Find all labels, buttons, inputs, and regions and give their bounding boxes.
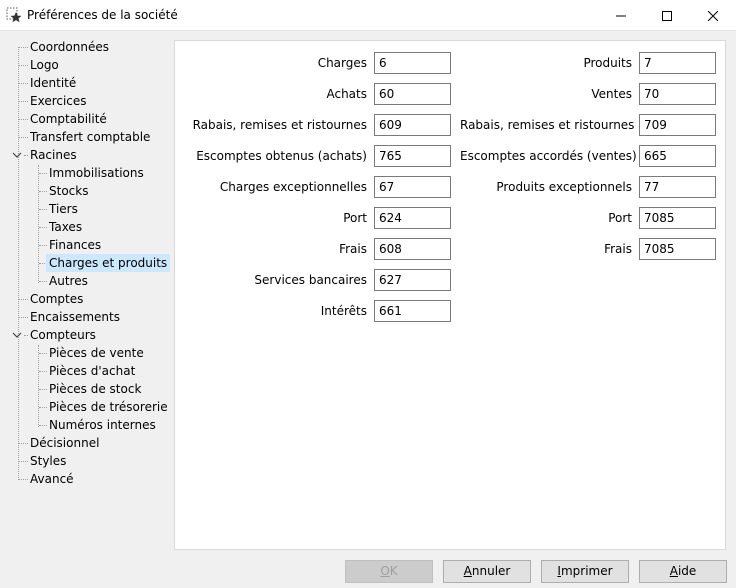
tree-item-pieces-de-tresorerie[interactable]: Pièces de trésorerie <box>46 398 171 416</box>
minimize-icon <box>616 15 626 16</box>
maximize-icon <box>662 10 672 21</box>
annuler-mnemonic: A <box>463 564 472 578</box>
port-charges-label: Port <box>343 211 367 225</box>
imprimer-label-rest: mprimer <box>560 564 613 578</box>
port-produits-label: Port <box>608 211 632 225</box>
tree-item-stocks[interactable]: Stocks <box>46 182 91 200</box>
ok-button[interactable]: OK <box>345 560 433 583</box>
charges-label: Charges <box>317 56 367 70</box>
tree-item-compteurs[interactable]: Compteurs <box>27 326 99 344</box>
tree-item-immobilisations[interactable]: Immobilisations <box>46 164 147 182</box>
frais-produits-input[interactable] <box>639 238 716 260</box>
escomptes-obtenus-input[interactable] <box>374 145 451 167</box>
tree-item-exercices[interactable]: Exercices <box>27 92 90 110</box>
escomptes-accordes-input[interactable] <box>639 145 716 167</box>
rabais-achats-label: Rabais, remises et ristournes <box>192 118 367 132</box>
aide-button[interactable]: Aide <box>639 560 727 583</box>
tree-item-pieces-de-vente[interactable]: Pièces de vente <box>46 344 147 362</box>
rabais-ventes-input[interactable] <box>639 114 716 136</box>
tree-item-identite[interactable]: Identité <box>27 74 79 92</box>
tree-item-tiers[interactable]: Tiers <box>46 200 81 218</box>
produits-exceptionnels-input[interactable] <box>639 176 716 198</box>
title-bar: Préférences de la société <box>0 0 736 31</box>
aide-label-rest: ide <box>677 564 697 578</box>
tree-item-styles[interactable]: Styles <box>27 452 69 470</box>
charges-input[interactable] <box>374 52 451 74</box>
tree-item-pieces-d-achat[interactable]: Pièces d'achat <box>46 362 138 380</box>
produits-input[interactable] <box>639 52 716 74</box>
tree-item-encaissements[interactable]: Encaissements <box>27 308 123 326</box>
chevron-down-icon[interactable] <box>12 150 22 160</box>
tree-item-charges-et-produits[interactable]: Charges et produits <box>46 254 171 272</box>
tree-item-numeros-internes[interactable]: Numéros internes <box>46 416 159 434</box>
interets-input[interactable] <box>374 300 451 322</box>
minimize-button[interactable] <box>598 0 644 31</box>
annuler-button[interactable]: Annuler <box>443 560 531 583</box>
maximize-button[interactable] <box>644 0 690 31</box>
close-button[interactable] <box>690 0 736 31</box>
escomptes-accordes-label: Escomptes accordés (ventes) <box>460 149 637 163</box>
services-bancaires-input[interactable] <box>374 269 451 291</box>
frais-charges-input[interactable] <box>374 238 451 260</box>
frais-produits-label: Frais <box>604 242 632 256</box>
services-bancaires-label: Services bancaires <box>254 273 367 287</box>
chevron-down-icon[interactable] <box>12 330 22 340</box>
tree-item-avance[interactable]: Avancé <box>27 470 77 488</box>
tree-item-pieces-de-stock[interactable]: Pièces de stock <box>46 380 144 398</box>
tree-connector <box>38 165 39 283</box>
ok-label-rest: K <box>389 564 398 578</box>
tree-item-transfert-comptable[interactable]: Transfert comptable <box>27 128 153 146</box>
port-charges-input[interactable] <box>374 207 451 229</box>
frais-charges-label: Frais <box>339 242 367 256</box>
tree-item-comptabilite[interactable]: Comptabilité <box>27 110 110 128</box>
achats-label: Achats <box>326 87 367 101</box>
tree-item-comptes[interactable]: Comptes <box>27 290 86 308</box>
produits-label: Produits <box>583 56 632 70</box>
rabais-achats-input[interactable] <box>374 114 451 136</box>
settings-tree: Coordonnées Logo Identité Exercices Comp… <box>0 37 171 547</box>
tree-item-finances[interactable]: Finances <box>46 236 104 254</box>
ok-mnemonic: O <box>380 564 390 578</box>
tree-connector <box>38 345 39 427</box>
tree-item-logo[interactable]: Logo <box>27 56 62 74</box>
tree-connector <box>18 47 19 480</box>
escomptes-obtenus-label: Escomptes obtenus (achats) <box>196 149 367 163</box>
rabais-ventes-label: Rabais, remises et ristournes <box>460 118 635 132</box>
aide-mnemonic: A <box>669 564 678 578</box>
tree-item-taxes[interactable]: Taxes <box>46 218 85 236</box>
window-title: Préférences de la société <box>27 8 178 22</box>
imprimer-button[interactable]: Imprimer <box>541 560 629 583</box>
charges-exceptionnelles-label: Charges exceptionnelles <box>219 180 367 194</box>
tree-item-racines[interactable]: Racines <box>27 146 80 164</box>
close-icon <box>708 10 718 21</box>
achats-input[interactable] <box>374 83 451 105</box>
ventes-label: Ventes <box>591 87 632 101</box>
produits-exceptionnels-label: Produits exceptionnels <box>496 180 632 194</box>
annuler-label-rest: nnuler <box>471 564 511 578</box>
interets-label: Intérêts <box>320 304 367 318</box>
charges-produits-panel: Charges Achats Rabais, remises et ristou… <box>174 40 726 550</box>
gear-star-icon <box>6 7 22 23</box>
charges-exceptionnelles-input[interactable] <box>374 176 451 198</box>
port-produits-input[interactable] <box>639 207 716 229</box>
tree-item-autres[interactable]: Autres <box>46 272 91 290</box>
tree-item-coordonnees[interactable]: Coordonnées <box>27 38 112 56</box>
tree-item-decisionnel[interactable]: Décisionnel <box>27 434 102 452</box>
ventes-input[interactable] <box>639 83 716 105</box>
